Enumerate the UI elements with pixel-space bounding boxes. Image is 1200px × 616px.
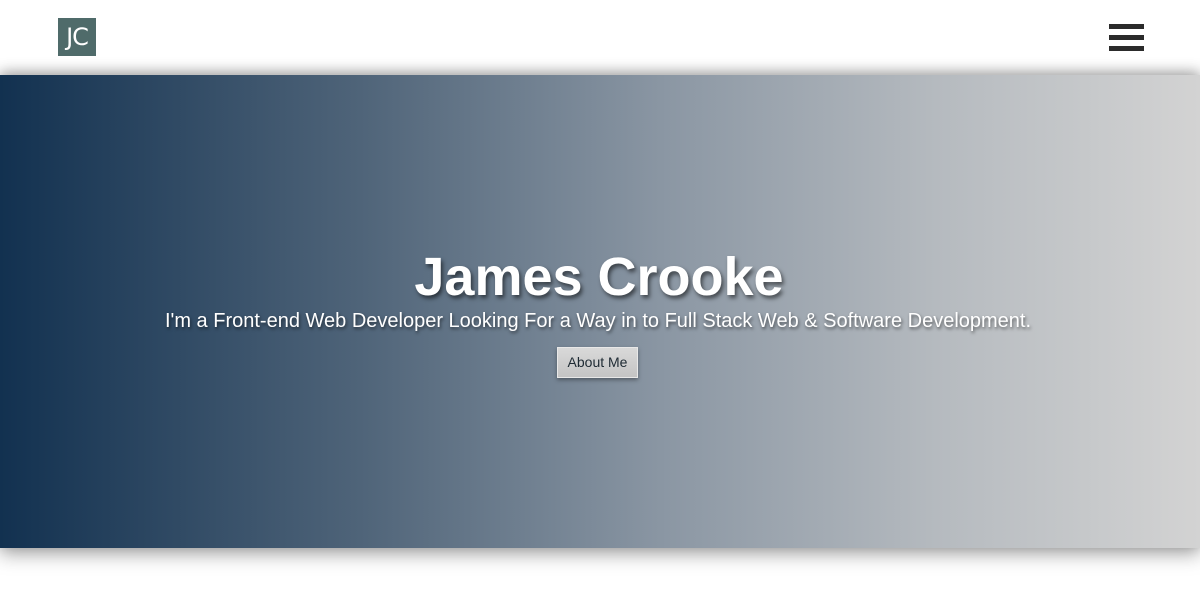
hero-subtitle: I'm a Front-end Web Developer Looking Fo…: [164, 310, 1032, 332]
hero-section: James Crooke I'm a Front-end Web Develop…: [0, 75, 1200, 548]
menu-bar: [1109, 46, 1144, 51]
hero-title: James Crooke: [414, 247, 784, 307]
logo-link[interactable]: JC: [58, 18, 96, 56]
about-me-button[interactable]: About Me: [557, 347, 638, 378]
site-header: JC: [0, 0, 1200, 75]
menu-bar: [1109, 35, 1144, 40]
hamburger-menu-icon[interactable]: [1109, 22, 1144, 52]
menu-bar: [1109, 24, 1144, 29]
